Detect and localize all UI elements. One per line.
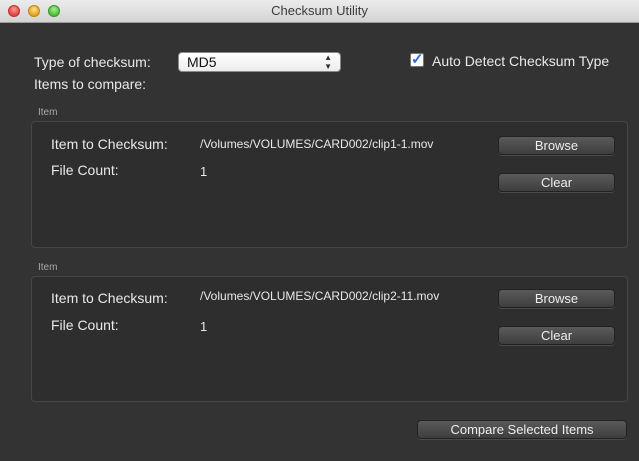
checkmark-icon: ✓ [411, 51, 424, 68]
items-to-compare-label: Items to compare: [34, 76, 147, 92]
compare-selected-items-button[interactable]: Compare Selected Items [417, 420, 627, 439]
title-bar[interactable]: Checksum Utility [0, 0, 639, 23]
checksum-type-label: Type of checksum: [34, 54, 151, 70]
item-group-label: Item [38, 262, 58, 273]
file-count-value: 1 [200, 319, 208, 334]
item-group-label: Item [38, 107, 58, 118]
browse-button[interactable]: Browse [498, 289, 615, 308]
file-count-label: File Count: [51, 317, 119, 333]
checksum-utility-window: Checksum Utility Type of checksum: MD5 ▲… [0, 0, 639, 461]
auto-detect-label[interactable]: Auto Detect Checksum Type [432, 53, 609, 69]
browse-button[interactable]: Browse [498, 136, 615, 155]
window-title: Checksum Utility [271, 3, 368, 18]
checksum-type-select[interactable]: MD5 ▲ ▼ [178, 52, 341, 72]
item-to-checksum-label: Item to Checksum: [51, 136, 168, 152]
item-path: /Volumes/VOLUMES/CARD002/clip2-11.mov [200, 289, 440, 303]
item-to-checksum-label: Item to Checksum: [51, 290, 168, 306]
item-path: /Volumes/VOLUMES/CARD002/clip1-1.mov [200, 137, 434, 151]
clear-button[interactable]: Clear [498, 326, 615, 345]
select-updown-icon: ▲ ▼ [324, 53, 332, 71]
checksum-type-value: MD5 [187, 54, 217, 70]
clear-button[interactable]: Clear [498, 173, 615, 192]
file-count-value: 1 [200, 164, 208, 179]
auto-detect-checkbox[interactable]: ✓ [410, 51, 424, 68]
file-count-label: File Count: [51, 162, 119, 178]
